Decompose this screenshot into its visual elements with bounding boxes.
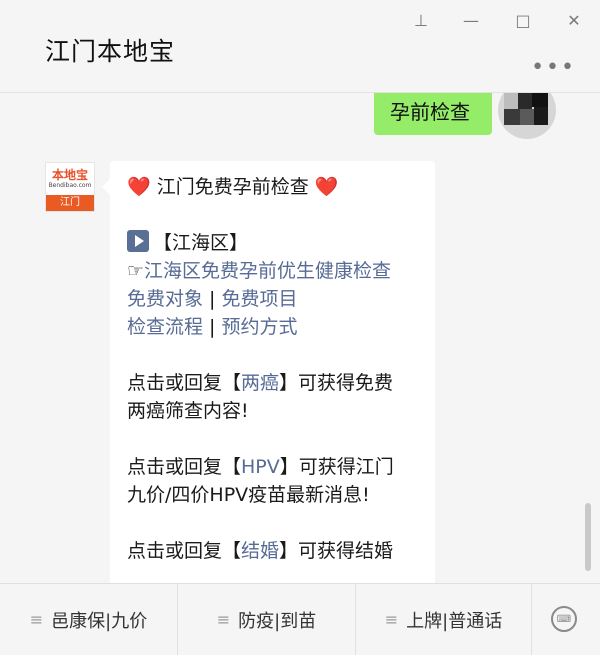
menu-lines-icon: ≡ [29,610,44,629]
minimize-button[interactable]: — [458,8,484,32]
paragraph-cancer-line2: 两癌筛查内容! [127,400,249,422]
link-booking-method[interactable]: 预约方式 [222,316,298,338]
logo-sub-text: Bendibao.com [48,182,92,189]
bubble-heading-line: ❤️ 江门免费孕前检查 ❤️ [127,173,435,201]
bendibao-logo: 本地宝 Bendibao.com [46,163,94,195]
pin-icon[interactable]: ⊥ [408,8,434,32]
keyboard-icon[interactable]: ⌨ [551,606,577,632]
link-row-1: 免费对象 | 免费项目 [127,285,435,313]
pointing-hand-icon: ☞ [127,260,145,282]
link-jianghai-checkup[interactable]: 江海区免费孕前优生健康检查 [144,260,391,282]
paragraph-hpv-line1: 点击或回复【HPV】可获得江门 [127,453,435,481]
link-free-items[interactable]: 免费项目 [222,288,298,310]
bottom-menu-bar: ≡ 邑康保|九价 ≡ 防疫|到苗 ≡ 上牌|普通话 ⌨ [0,583,600,655]
self-message-bubble[interactable]: 孕前检查 [374,93,492,135]
text-fragment: 】可获得江门 [279,456,394,478]
district-label: 【江海区】 [153,232,249,254]
menu-lines-icon: ≡ [216,610,231,629]
bot-message-bubble: ❤️ 江门免费孕前检查 ❤️ 【江海区】 ☞江海区免费孕前优生健康检查 免费对象… [110,161,435,583]
link-separator: | [203,316,222,338]
logo-main-text: 本地宝 [51,168,88,182]
self-avatar[interactable] [498,93,556,139]
play-icon [127,230,149,252]
menu-item-yikangbao[interactable]: ≡ 邑康保|九价 [0,584,177,655]
link-free-target[interactable]: 免费对象 [127,288,203,310]
paragraph-hpv-line2: 九价/四价HPV疫苗最新消息! [127,484,370,506]
text-fragment: 点击或回复【 [127,456,242,478]
text-fragment: 点击或回复【 [127,540,242,562]
maximize-button[interactable]: □ [510,8,536,32]
chat-scrollbar[interactable] [585,503,591,571]
heart-icon: ❤️ [314,176,339,198]
bubble-arrow [102,179,110,195]
menu-lines-icon: ≡ [384,610,399,629]
text-fragment: 】可获得结婚 [279,540,394,562]
logo-city-text: 江门 [46,195,94,211]
heart-icon: ❤️ [127,176,151,198]
title-bar: ⊥ — □ ✕ 江门本地宝 ••• [0,0,600,93]
menu-divider [531,584,532,655]
district-line: 【江海区】 [127,229,435,257]
keyword-marriage[interactable]: 结婚 [241,540,279,562]
main-link-line: ☞江海区免费孕前优生健康检查 [127,257,435,285]
link-separator: | [203,288,222,310]
chat-title: 江门本地宝 [45,37,176,66]
bot-avatar[interactable]: 本地宝 Bendibao.com 江门 [45,162,95,212]
menu-item-label: 上牌|普通话 [406,610,503,632]
menu-item-license[interactable]: ≡ 上牌|普通话 [356,584,531,655]
menu-item-epidemic[interactable]: ≡ 防疫|到苗 [178,584,355,655]
paragraph-marriage-line1: 点击或回复【结婚】可获得结婚 [127,537,435,565]
text-fragment: 】可获得免费 [279,372,394,394]
chat-area[interactable]: 孕前检查 本地宝 Bendibao.com 江门 ❤️ 江门免费孕前检查 ❤️ … [0,93,600,583]
menu-item-label: 邑康保|九价 [51,610,148,632]
text-fragment: 点击或回复【 [127,372,242,394]
menu-item-label: 防疫|到苗 [238,610,317,632]
keyword-hpv[interactable]: HPV [241,456,280,478]
bubble-heading: 江门免费孕前检查 [156,176,309,198]
link-row-2: 检查流程 | 预约方式 [127,313,435,341]
close-button[interactable]: ✕ [561,8,587,32]
paragraph-cancer-line1: 点击或回复【两癌】可获得免费 [127,369,435,397]
link-check-process[interactable]: 检查流程 [127,316,203,338]
more-options-icon[interactable]: ••• [531,55,576,80]
keyword-two-cancers[interactable]: 两癌 [241,372,279,394]
